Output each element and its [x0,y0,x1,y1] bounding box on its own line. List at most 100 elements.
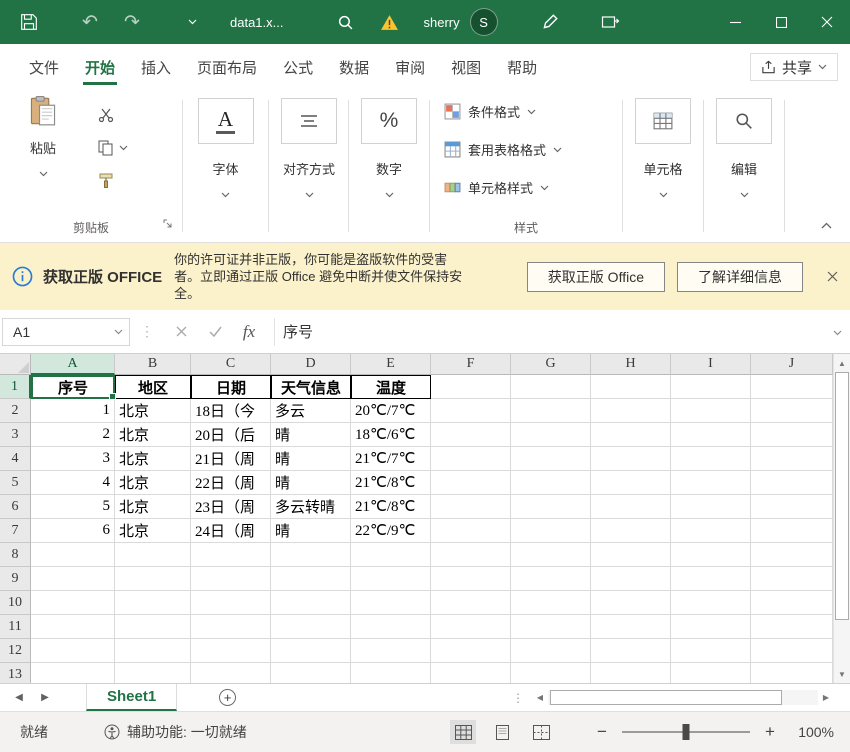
cell-E9[interactable] [351,567,431,591]
cell-H6[interactable] [591,495,671,519]
hscroll-left-arrow[interactable]: ◀ [532,693,548,702]
search-button[interactable] [335,14,355,31]
cell-B4[interactable]: 北京 [115,447,191,471]
tab-file[interactable]: 文件 [16,44,72,90]
column-header-I[interactable]: I [671,354,751,375]
cell-I11[interactable] [671,615,751,639]
zoom-level[interactable]: 100% [790,724,834,740]
cell-H7[interactable] [591,519,671,543]
cell-J3[interactable] [751,423,833,447]
cell-E3[interactable]: 18℃/6℃ [351,423,431,447]
cell-J2[interactable] [751,399,833,423]
vertical-scroll-thumb[interactable] [835,372,849,620]
cell-J13[interactable] [751,663,833,683]
cell-A5[interactable]: 4 [31,471,115,495]
row-header-6[interactable]: 6 [0,495,31,519]
cell-B2[interactable]: 北京 [115,399,191,423]
tab-help[interactable]: 帮助 [494,44,550,90]
cell-C8[interactable] [191,543,271,567]
cell-A4[interactable]: 3 [31,447,115,471]
cell-A1[interactable]: 序号 [31,375,116,400]
cell-I7[interactable] [671,519,751,543]
cell-I6[interactable] [671,495,751,519]
cell-F12[interactable] [431,639,511,663]
cell-I8[interactable] [671,543,751,567]
cell-I13[interactable] [671,663,751,683]
cell-C6[interactable]: 23日（周 [191,495,271,519]
cell-E2[interactable]: 20℃/7℃ [351,399,431,423]
column-header-A[interactable]: A [31,354,115,375]
cell-D9[interactable] [271,567,351,591]
cell-I3[interactable] [671,423,751,447]
alignment-group-button[interactable]: 对齐方式 [269,98,349,203]
maximize-button[interactable] [758,0,804,44]
banner-close-button[interactable] [827,269,838,285]
cell-G4[interactable] [511,447,591,471]
get-genuine-office-button[interactable]: 获取正版 Office [526,261,665,292]
cell-H8[interactable] [591,543,671,567]
view-page-layout-button[interactable] [489,720,515,744]
cell-B12[interactable] [115,639,191,663]
cell-A11[interactable] [31,615,115,639]
cell-F10[interactable] [431,591,511,615]
cell-C11[interactable] [191,615,271,639]
cells-group-button[interactable]: 单元格 [623,98,703,203]
cell-H2[interactable] [591,399,671,423]
row-header-5[interactable]: 5 [0,471,31,495]
cell-G2[interactable] [511,399,591,423]
cell-D5[interactable]: 晴 [271,471,351,495]
copy-button[interactable] [98,139,128,157]
column-header-G[interactable]: G [511,354,591,375]
sheet-nav-left-arrow[interactable]: ◀ [6,692,32,703]
cell-I12[interactable] [671,639,751,663]
cell-H9[interactable] [591,567,671,591]
collapse-ribbon-button[interactable] [821,216,832,234]
cell-H11[interactable] [591,615,671,639]
tab-review[interactable]: 审阅 [382,44,438,90]
zoom-out-button[interactable]: − [594,722,610,742]
cell-I5[interactable] [671,471,751,495]
cell-A3[interactable]: 2 [31,423,115,447]
learn-more-button[interactable]: 了解详细信息 [677,261,803,292]
row-header-7[interactable]: 7 [0,519,31,543]
hscroll-track[interactable] [548,690,818,705]
cell-F4[interactable] [431,447,511,471]
cell-C4[interactable]: 21日（周 [191,447,271,471]
cell-D6[interactable]: 多云转晴 [271,495,351,519]
cell-J4[interactable] [751,447,833,471]
row-header-12[interactable]: 12 [0,639,31,663]
formula-bar-expand-button[interactable] [833,323,842,341]
cell-I9[interactable] [671,567,751,591]
cell-G13[interactable] [511,663,591,683]
cell-A9[interactable] [31,567,115,591]
format-as-table-button[interactable]: 套用表格格式 [444,140,562,159]
cell-C9[interactable] [191,567,271,591]
cell-F2[interactable] [431,399,511,423]
cell-B6[interactable]: 北京 [115,495,191,519]
cell-G10[interactable] [511,591,591,615]
row-header-2[interactable]: 2 [0,399,31,423]
cell-A2[interactable]: 1 [31,399,115,423]
cell-I4[interactable] [671,447,751,471]
cell-J9[interactable] [751,567,833,591]
cell-G6[interactable] [511,495,591,519]
cell-H5[interactable] [591,471,671,495]
formula-input[interactable]: 序号 [283,321,833,342]
view-normal-button[interactable] [450,720,476,744]
select-all-corner[interactable] [0,354,31,375]
cell-C2[interactable]: 18日（今 [191,399,271,423]
cell-D2[interactable]: 多云 [271,399,351,423]
cell-B9[interactable] [115,567,191,591]
cell-J12[interactable] [751,639,833,663]
cell-B11[interactable] [115,615,191,639]
cell-B1[interactable]: 地区 [115,375,191,399]
cell-B8[interactable] [115,543,191,567]
cell-G7[interactable] [511,519,591,543]
quick-access-toolbar-chevron[interactable] [186,19,198,25]
cell-D10[interactable] [271,591,351,615]
cancel-button[interactable] [164,326,198,337]
ink-button[interactable] [540,13,560,31]
sheet-tab-sheet1[interactable]: Sheet1 [86,684,178,711]
tab-page-layout[interactable]: 页面布局 [184,44,270,90]
cell-F5[interactable] [431,471,511,495]
